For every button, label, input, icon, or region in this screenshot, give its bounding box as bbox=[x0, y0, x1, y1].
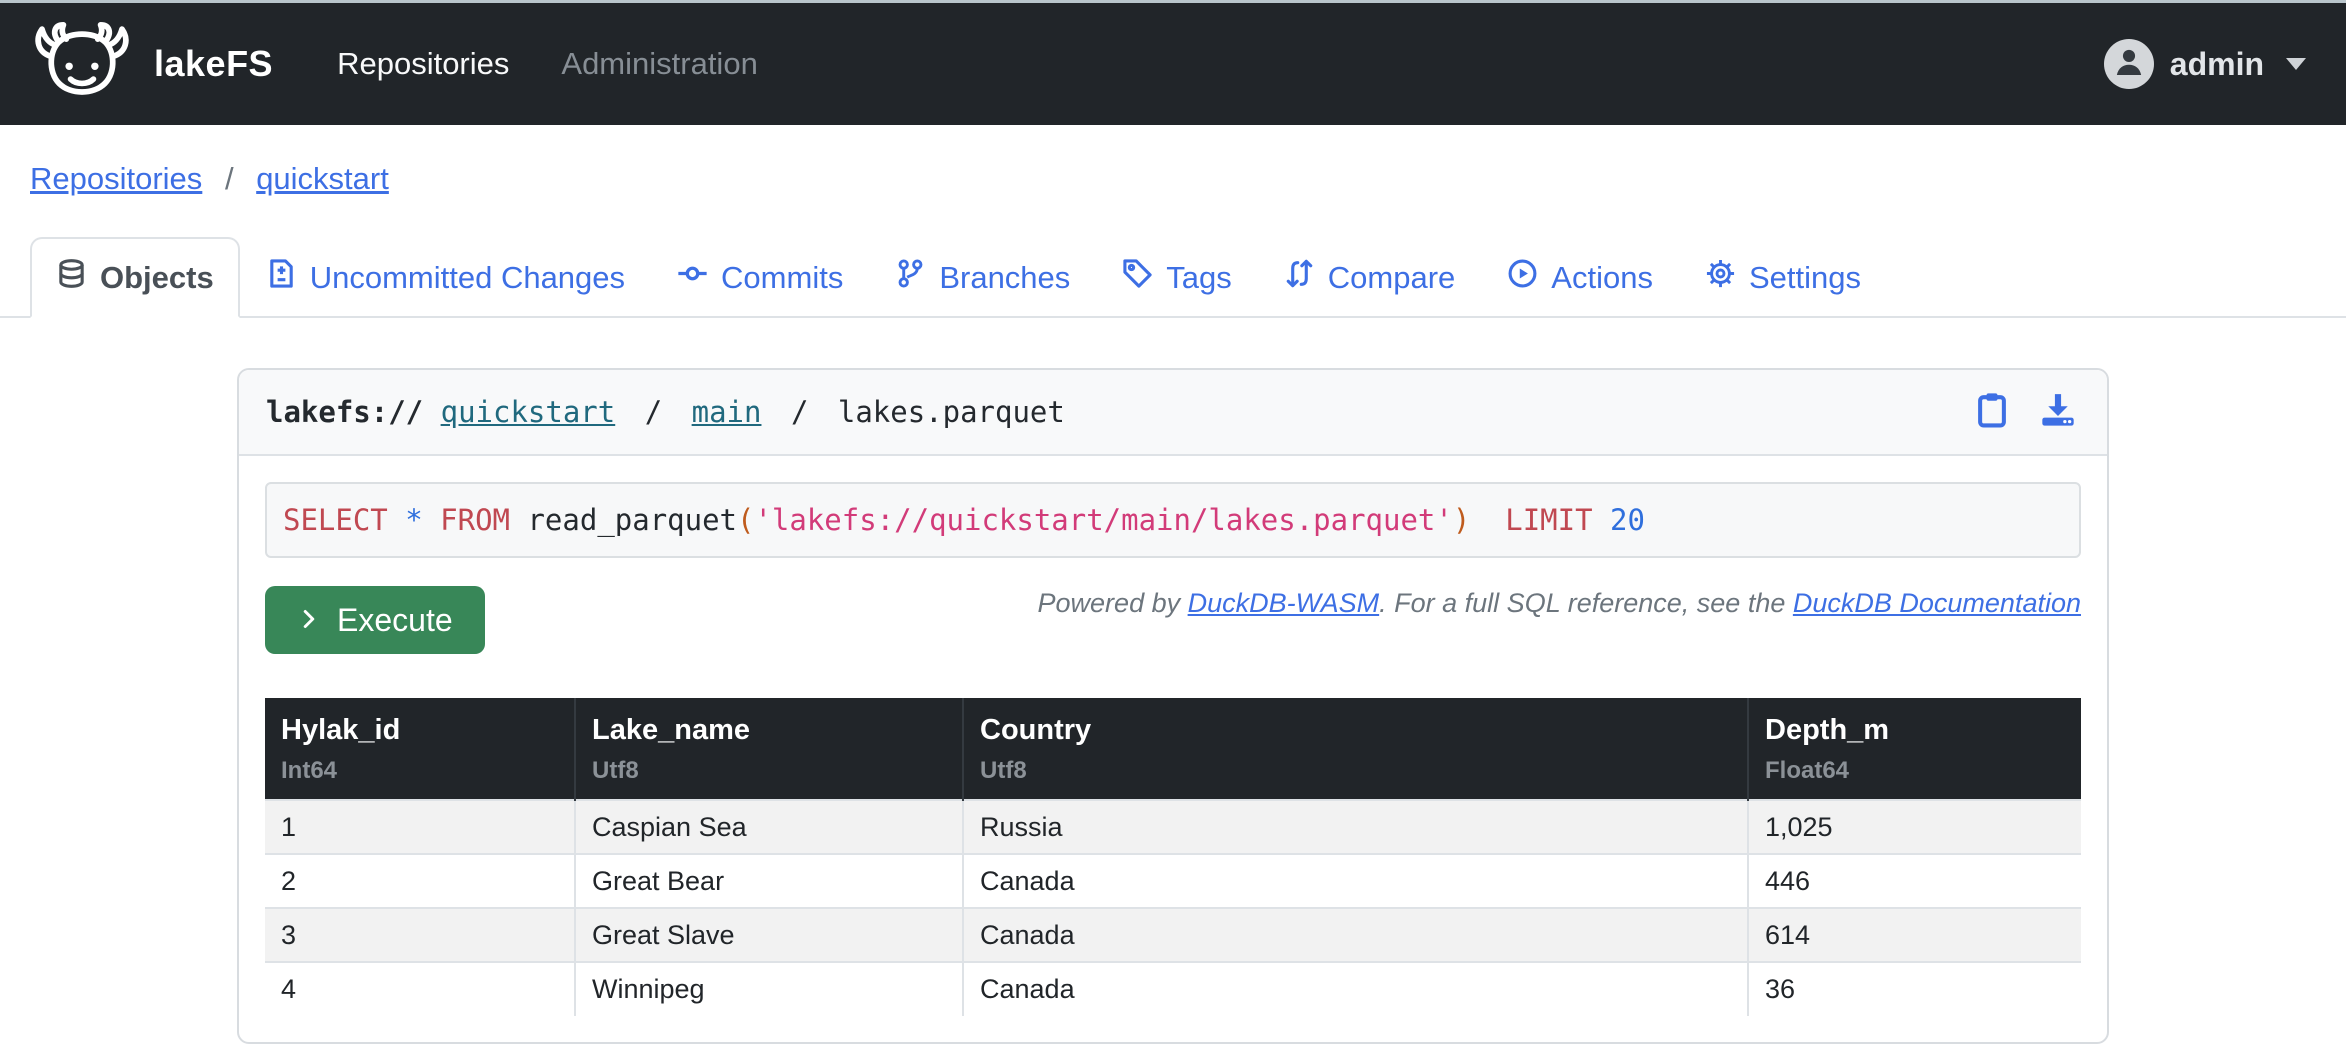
tab-branches[interactable]: Branches bbox=[869, 237, 1096, 318]
nav-repositories[interactable]: Repositories bbox=[337, 46, 509, 82]
sql-token: LIMIT bbox=[1505, 503, 1592, 537]
table-row: 1 Caspian Sea Russia 1,025 bbox=[265, 800, 2081, 854]
person-icon bbox=[2111, 44, 2147, 85]
table-cell: Great Slave bbox=[575, 908, 963, 962]
table-cell: Canada bbox=[963, 908, 1748, 962]
brand-name: lakeFS bbox=[154, 43, 273, 85]
sql-token: 'lakefs://quickstart/main/lakes.parquet' bbox=[754, 503, 1452, 537]
navbar: lakeFS Repositories Administration admin bbox=[0, 3, 2346, 125]
duckdb-wasm-link[interactable]: DuckDB-WASM bbox=[1188, 588, 1380, 618]
path-scheme: lakefs:// bbox=[266, 395, 423, 429]
tab-label: Commits bbox=[721, 260, 843, 296]
tab-label: Uncommitted Changes bbox=[310, 260, 625, 296]
caret-down-icon bbox=[2286, 58, 2306, 70]
play-circle-icon bbox=[1507, 258, 1538, 297]
tab-label: Actions bbox=[1551, 260, 1653, 296]
object-actions bbox=[1973, 391, 2077, 434]
main-nav: Repositories Administration bbox=[337, 46, 758, 82]
breadcrumb-separator: / bbox=[225, 161, 234, 196]
table-cell: Winnipeg bbox=[575, 962, 963, 1016]
sql-token: ) bbox=[1453, 503, 1470, 537]
breadcrumb-repositories[interactable]: Repositories bbox=[30, 161, 202, 196]
lakefs-logo[interactable]: lakeFS bbox=[30, 22, 273, 107]
table-cell: Caspian Sea bbox=[575, 800, 963, 854]
column-header-country: Country Utf8 bbox=[963, 698, 1748, 800]
column-header-lake-name: Lake_name Utf8 bbox=[575, 698, 963, 800]
table-cell: Canada bbox=[963, 854, 1748, 908]
chevron-right-icon bbox=[297, 602, 321, 639]
tab-settings[interactable]: Settings bbox=[1679, 237, 1887, 318]
object-viewer-body: SELECT * FROM read_parquet('lakefs://qui… bbox=[239, 456, 2107, 1042]
sql-token: read_parquet bbox=[510, 503, 737, 537]
table-cell: 4 bbox=[265, 962, 575, 1016]
tab-label: Tags bbox=[1166, 260, 1231, 296]
table-row: 3 Great Slave Canada 614 bbox=[265, 908, 2081, 962]
username-label: admin bbox=[2170, 46, 2264, 83]
sql-query-input[interactable]: SELECT * FROM read_parquet('lakefs://qui… bbox=[265, 482, 2081, 558]
commit-icon bbox=[677, 258, 708, 297]
sql-token: 20 bbox=[1610, 503, 1645, 537]
tab-tags[interactable]: Tags bbox=[1096, 237, 1257, 318]
gear-icon bbox=[1705, 258, 1736, 297]
tab-label: Compare bbox=[1328, 260, 1456, 296]
table-cell: Russia bbox=[963, 800, 1748, 854]
user-menu[interactable]: admin bbox=[2104, 39, 2306, 89]
table-cell: 614 bbox=[1748, 908, 2081, 962]
sql-token: FROM bbox=[440, 503, 510, 537]
object-path: lakefs:// quickstart / main / lakes.parq… bbox=[266, 395, 1065, 429]
repo-tabbar: Objects Uncommitted Changes Commits Bran… bbox=[0, 237, 2346, 318]
powered-by-note: Powered by DuckDB-WASM. For a full SQL r… bbox=[1038, 588, 2081, 619]
path-separator: / bbox=[645, 395, 662, 429]
table-cell: 3 bbox=[265, 908, 575, 962]
sql-token: * bbox=[405, 503, 422, 537]
table-row: 4 Winnipeg Canada 36 bbox=[265, 962, 2081, 1016]
breadcrumb: Repositories / quickstart bbox=[30, 161, 2346, 197]
table-cell: 1,025 bbox=[1748, 800, 2081, 854]
tag-icon bbox=[1122, 258, 1153, 297]
git-branch-icon bbox=[895, 258, 926, 297]
path-separator: / bbox=[791, 395, 808, 429]
tab-objects[interactable]: Objects bbox=[30, 237, 240, 318]
column-header-depth-m: Depth_m Float64 bbox=[1748, 698, 2081, 800]
execute-row: Execute Powered by DuckDB-WASM. For a fu… bbox=[265, 586, 2081, 654]
database-icon bbox=[56, 258, 87, 297]
sql-token: ( bbox=[737, 503, 754, 537]
tab-uncommitted-changes[interactable]: Uncommitted Changes bbox=[240, 237, 651, 318]
tab-actions[interactable]: Actions bbox=[1481, 237, 1679, 318]
table-cell: 36 bbox=[1748, 962, 2081, 1016]
execute-label: Execute bbox=[337, 602, 453, 639]
results-table: Hylak_id Int64 Lake_name Utf8 Country Ut… bbox=[265, 698, 2081, 1016]
object-viewer-card: lakefs:// quickstart / main / lakes.parq… bbox=[237, 368, 2109, 1044]
table-cell: 2 bbox=[265, 854, 575, 908]
compare-arrows-icon bbox=[1284, 258, 1315, 297]
table-cell: Canada bbox=[963, 962, 1748, 1016]
duckdb-docs-link[interactable]: DuckDB Documentation bbox=[1793, 588, 2081, 618]
results-table-header: Hylak_id Int64 Lake_name Utf8 Country Ut… bbox=[265, 698, 2081, 800]
axolotl-icon bbox=[30, 22, 134, 107]
execute-button[interactable]: Execute bbox=[265, 586, 485, 654]
tab-label: Branches bbox=[939, 260, 1070, 296]
column-header-hylak-id: Hylak_id Int64 bbox=[265, 698, 575, 800]
breadcrumb-quickstart[interactable]: quickstart bbox=[256, 161, 389, 196]
table-cell: 1 bbox=[265, 800, 575, 854]
file-diff-icon bbox=[266, 258, 297, 297]
table-row: 2 Great Bear Canada 446 bbox=[265, 854, 2081, 908]
tab-label: Objects bbox=[100, 260, 214, 296]
table-cell: Great Bear bbox=[575, 854, 963, 908]
clipboard-copy-icon[interactable] bbox=[1973, 391, 2011, 434]
path-repo-link[interactable]: quickstart bbox=[441, 395, 616, 429]
sql-token: SELECT bbox=[283, 503, 388, 537]
table-cell: 446 bbox=[1748, 854, 2081, 908]
tab-compare[interactable]: Compare bbox=[1258, 237, 1482, 318]
nav-administration[interactable]: Administration bbox=[561, 46, 757, 82]
path-object-name: lakes.parquet bbox=[838, 395, 1065, 429]
download-icon[interactable] bbox=[2039, 391, 2077, 434]
tab-label: Settings bbox=[1749, 260, 1861, 296]
tab-commits[interactable]: Commits bbox=[651, 237, 869, 318]
object-path-header: lakefs:// quickstart / main / lakes.parq… bbox=[239, 370, 2107, 456]
path-ref-link[interactable]: main bbox=[692, 395, 762, 429]
avatar bbox=[2104, 39, 2154, 89]
